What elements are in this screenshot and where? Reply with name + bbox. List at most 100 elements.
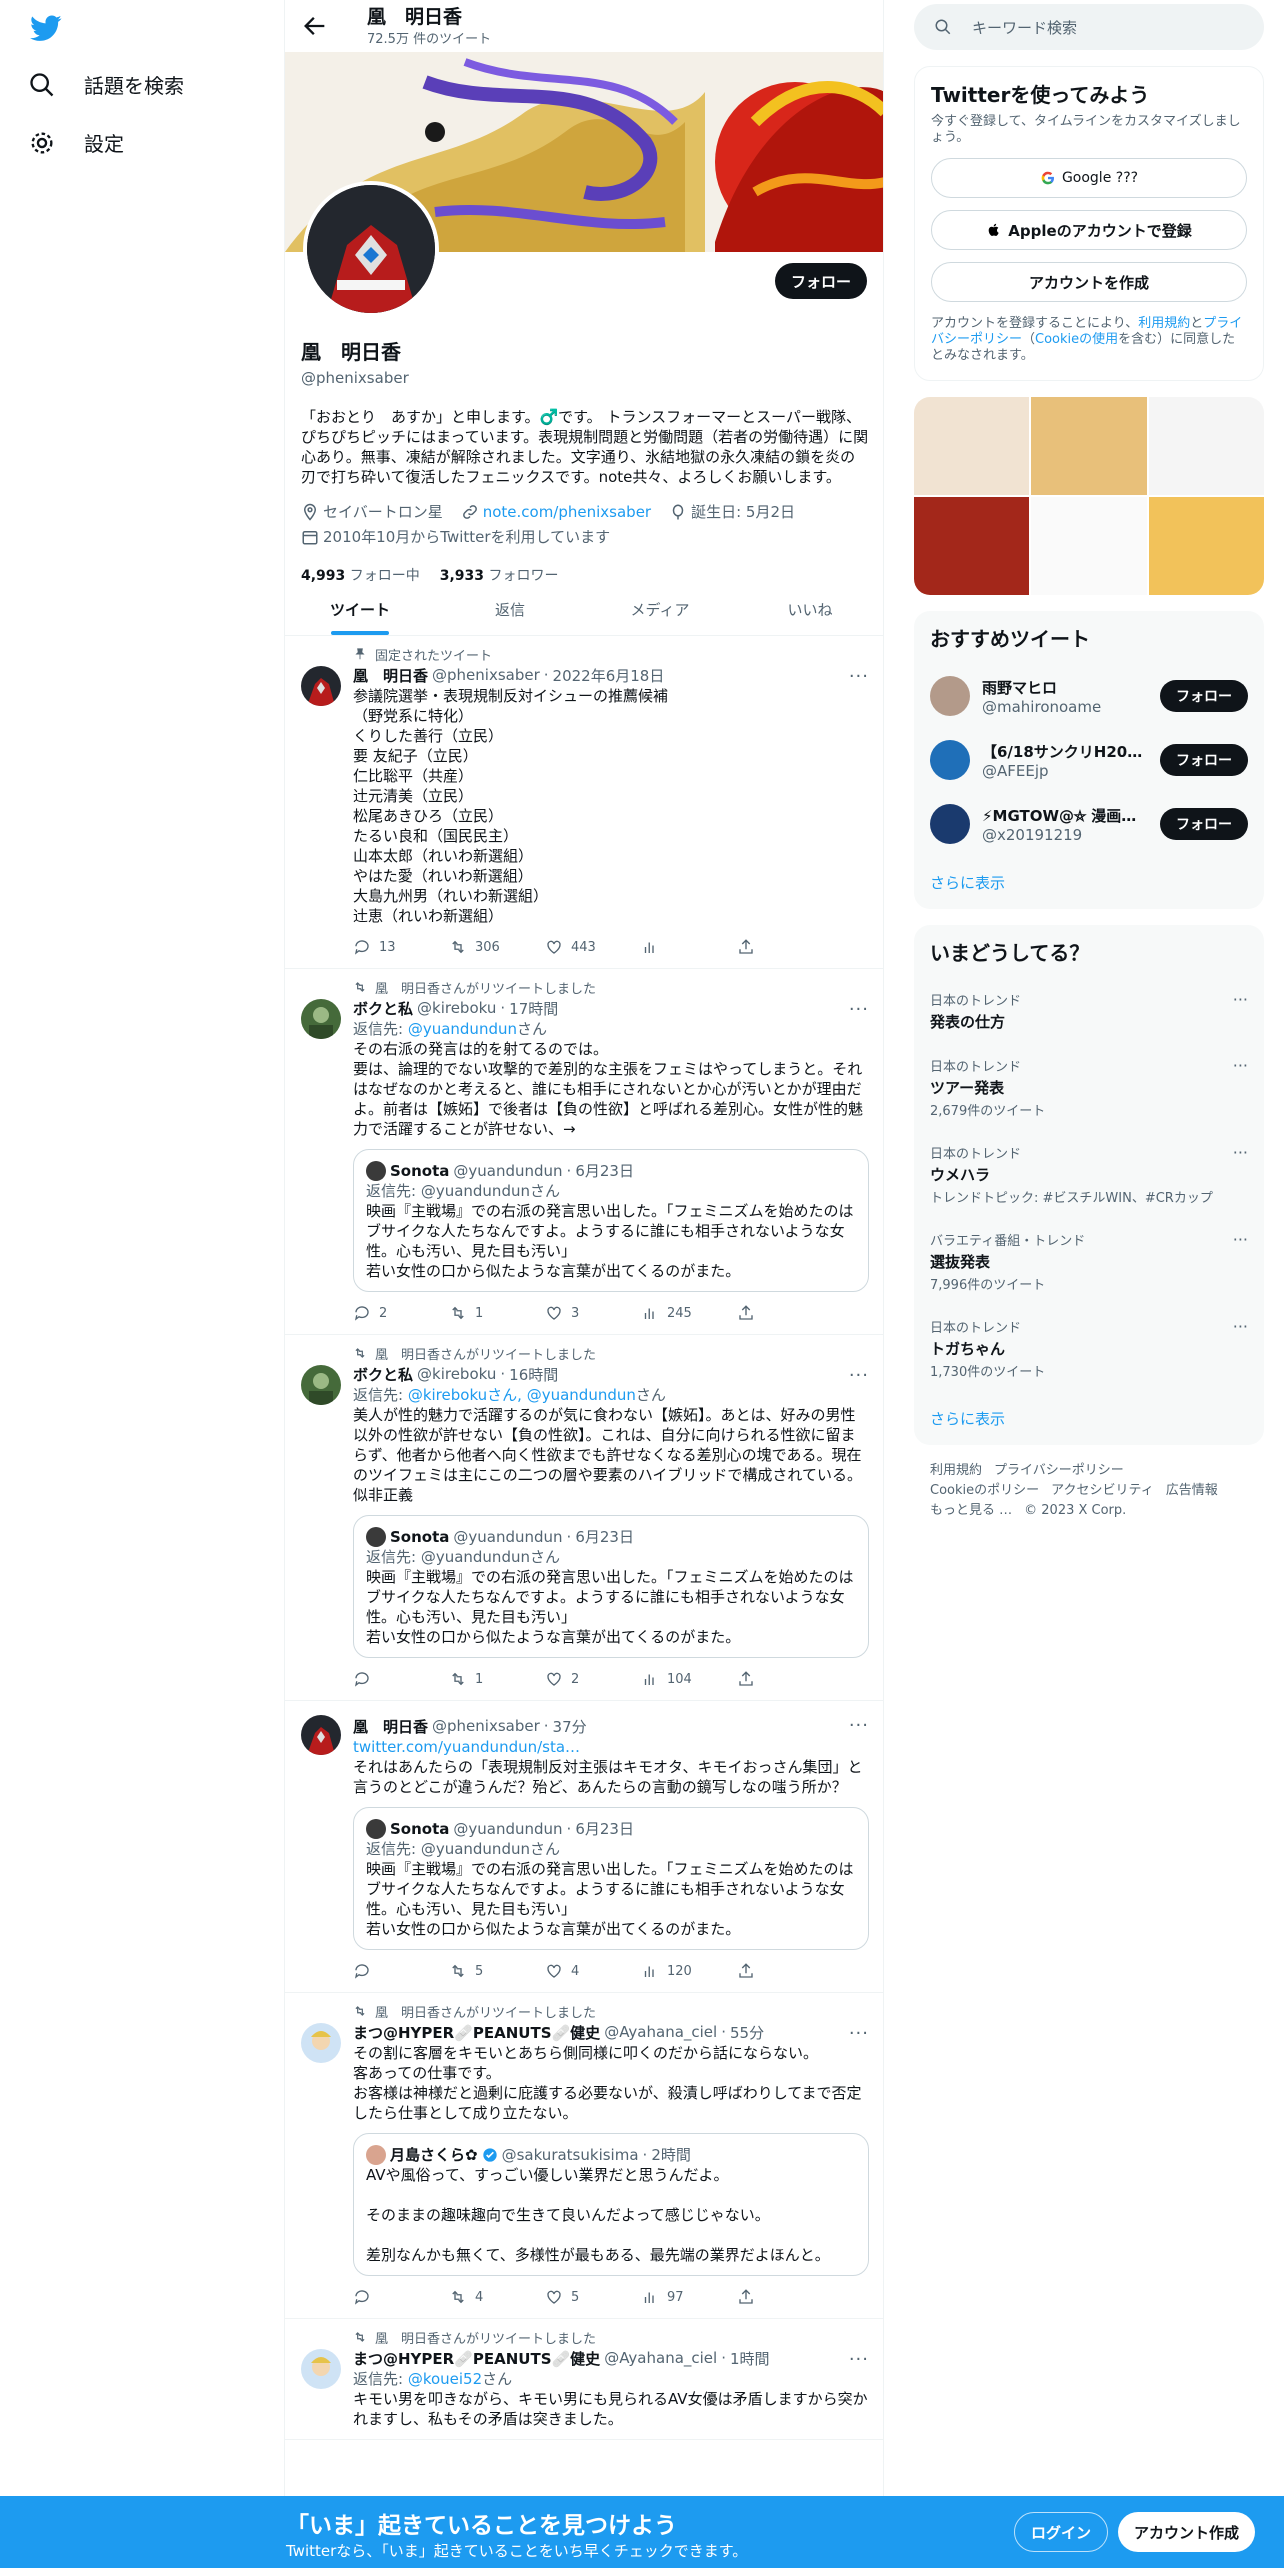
tweet-time[interactable]: 37分 xyxy=(553,1716,587,1737)
tweet-retweet[interactable]: 凰 明日香さんがリツイートしました ··· ボクと私 @kireboku · 1… xyxy=(285,1335,883,1701)
tweet-own[interactable]: ··· 凰 明日香 @phenixsaber · 37分 twitter.com… xyxy=(285,1701,883,1993)
more-icon[interactable]: ··· xyxy=(849,666,869,687)
author-name[interactable]: 凰 明日香 xyxy=(353,1716,428,1737)
following-stat[interactable]: 4,993 フォロー中 xyxy=(301,565,420,585)
share-button[interactable] xyxy=(737,936,833,958)
avatar[interactable] xyxy=(301,999,341,1039)
search-box[interactable]: キーワード検索 xyxy=(914,4,1264,50)
more-icon[interactable]: ··· xyxy=(849,2023,869,2044)
reply-to-link[interactable]: @kirebokuさん, @yuandundun xyxy=(408,1386,636,1404)
retweet-button[interactable]: 1 xyxy=(449,1302,545,1324)
reply-button[interactable]: 13 xyxy=(353,936,449,958)
author-name[interactable]: ボクと私 xyxy=(353,998,413,1019)
tweet-retweet[interactable]: 凰 明日香さんがリツイートしました ··· ボクと私 @kireboku · 1… xyxy=(285,969,883,1335)
follow-button[interactable]: フォロー xyxy=(774,263,867,299)
tweet-link[interactable]: twitter.com/yuandundun/sta… xyxy=(353,1738,580,1756)
back-arrow-icon[interactable] xyxy=(301,12,329,40)
retweet-button[interactable]: 5 xyxy=(449,1960,545,1982)
avatar[interactable] xyxy=(301,2023,341,2063)
views-button[interactable] xyxy=(641,936,737,958)
footer-link[interactable]: プライバシーポリシー xyxy=(994,1463,1124,1478)
register-button[interactable]: アカウント作成 xyxy=(1118,2512,1256,2552)
media-thumb[interactable] xyxy=(1148,397,1264,495)
tab-tweets[interactable]: ツイート xyxy=(285,584,435,635)
share-button[interactable] xyxy=(737,1960,833,1982)
more-icon[interactable]: ··· xyxy=(1233,1230,1248,1249)
tweet-retweet[interactable]: 凰 明日香さんがリツイートしました ··· まつ@HYPER🩹PEANUTS🩹健… xyxy=(285,1993,883,2319)
follow-button[interactable]: フォロー xyxy=(1160,744,1248,776)
retweet-button[interactable]: 306 xyxy=(449,936,545,958)
twitter-logo-icon[interactable] xyxy=(28,12,64,44)
share-button[interactable] xyxy=(737,1668,833,1690)
trend-item[interactable]: 日本のトレンド トガちゃん 1,730件のツイート ··· xyxy=(914,1305,1264,1392)
like-button[interactable]: 2 xyxy=(545,1668,641,1690)
views-button[interactable]: 245 xyxy=(641,1302,737,1324)
footer-link[interactable]: 利用規約 xyxy=(930,1463,982,1478)
more-icon[interactable]: ··· xyxy=(849,2349,869,2370)
like-button[interactable]: 5 xyxy=(545,2286,641,2308)
author-name[interactable]: まつ@HYPER🩹PEANUTS🩹健史 xyxy=(353,2022,600,2043)
footer-link[interactable]: 広告情報 xyxy=(1166,1483,1218,1498)
avatar[interactable] xyxy=(301,666,341,706)
footer-link[interactable]: アクセシビリティ xyxy=(1051,1483,1154,1498)
reply-button[interactable] xyxy=(353,1668,449,1690)
author-handle[interactable]: @Ayahana_ciel xyxy=(604,2349,717,2367)
quoted-tweet[interactable]: 月島さくら✿ @sakuratsukisima · 2時間 AVや風俗って、すっごい優… xyxy=(353,2133,869,2276)
share-button[interactable] xyxy=(737,1302,833,1324)
share-button[interactable] xyxy=(737,2286,833,2308)
avatar[interactable] xyxy=(301,1365,341,1405)
author-handle[interactable]: @phenixsaber xyxy=(432,1717,540,1735)
trend-item[interactable]: 日本のトレンド ツアー発表 2,679件のツイート ··· xyxy=(914,1044,1264,1131)
avatar[interactable] xyxy=(301,1715,341,1755)
retweet-button[interactable]: 1 xyxy=(449,1668,545,1690)
media-thumb[interactable] xyxy=(1031,397,1147,495)
quoted-tweet[interactable]: Sonota @yuandundun · 6月23日 返信先: @yuandundun… xyxy=(353,1149,869,1292)
recommend-item[interactable]: 雨野マヒロ @mahironoame フォロー xyxy=(914,664,1264,728)
tweet-time[interactable]: 17時間 xyxy=(509,998,558,1019)
tab-media[interactable]: メディア xyxy=(585,584,735,635)
footer-link[interactable]: Cookieのポリシー xyxy=(930,1483,1039,1498)
more-icon[interactable]: ··· xyxy=(849,1715,869,1736)
recommend-item[interactable]: ⚡MGTOW@⛥ 漫画… @x20191219 フォロー xyxy=(914,792,1264,856)
google-signup-button[interactable]: Google ??? xyxy=(931,158,1247,198)
show-more-link[interactable]: さらに表示 xyxy=(914,1392,1264,1445)
retweet-button[interactable]: 4 xyxy=(449,2286,545,2308)
tweet-retweet[interactable]: 凰 明日香さんがリツイートしました ··· まつ@HYPER🩹PEANUTS🩹健… xyxy=(285,2319,883,2440)
author-handle[interactable]: @kireboku xyxy=(417,999,496,1017)
views-button[interactable]: 104 xyxy=(641,1668,737,1690)
cookie-link[interactable]: Cookieの使用 xyxy=(1035,332,1118,347)
follow-button[interactable]: フォロー xyxy=(1160,680,1248,712)
search-input[interactable]: キーワード検索 xyxy=(972,17,1077,38)
website-link[interactable]: note.com/phenixsaber xyxy=(483,503,651,521)
create-account-button[interactable]: アカウントを作成 xyxy=(931,262,1247,302)
followers-stat[interactable]: 3,933 フォロワー xyxy=(440,565,559,585)
login-button[interactable]: ログイン xyxy=(1014,2512,1109,2552)
website[interactable]: note.com/phenixsaber xyxy=(461,501,651,522)
author-name[interactable]: 凰 明日香 xyxy=(353,665,428,686)
quoted-tweet[interactable]: Sonota @yuandundun · 6月23日 返信先: @yuandundun… xyxy=(353,1515,869,1658)
more-icon[interactable]: ··· xyxy=(849,1365,869,1386)
media-thumb[interactable] xyxy=(914,497,1030,595)
tab-likes[interactable]: いいね xyxy=(735,584,883,635)
tweet-pinned[interactable]: 固定されたツイート ··· 凰 明日香 @phenixsaber · 2022年… xyxy=(285,636,883,969)
quoted-tweet[interactable]: Sonota @yuandundun · 6月23日 返信先: @yuandundun… xyxy=(353,1807,869,1950)
like-button[interactable]: 3 xyxy=(545,1302,641,1324)
like-button[interactable]: 443 xyxy=(545,936,641,958)
recommend-item[interactable]: 【6/18サンクリH20b… @AFEEjp フォロー xyxy=(914,728,1264,792)
like-button[interactable]: 4 xyxy=(545,1960,641,1982)
media-thumb[interactable] xyxy=(1031,497,1147,595)
trend-item[interactable]: バラエティ番組・トレンド 選抜発表 7,996件のツイート ··· xyxy=(914,1218,1264,1305)
profile-avatar[interactable] xyxy=(303,181,439,317)
footer-more-link[interactable]: もっと見る … xyxy=(930,1503,1012,1518)
views-button[interactable]: 120 xyxy=(641,1960,737,1982)
author-handle[interactable]: @phenixsaber xyxy=(432,666,540,684)
media-thumb[interactable] xyxy=(1148,497,1264,595)
tweet-time[interactable]: 16時間 xyxy=(509,1364,558,1385)
follow-button[interactable]: フォロー xyxy=(1160,808,1248,840)
tab-replies[interactable]: 返信 xyxy=(435,584,585,635)
author-name[interactable]: ボクと私 xyxy=(353,1364,413,1385)
tweet-time[interactable]: 1時間 xyxy=(730,2348,770,2369)
apple-signup-button[interactable]: Appleのアカウントで登録 xyxy=(931,210,1247,250)
author-handle[interactable]: @kireboku xyxy=(417,1365,496,1383)
tweet-time[interactable]: 55分 xyxy=(730,2022,764,2043)
